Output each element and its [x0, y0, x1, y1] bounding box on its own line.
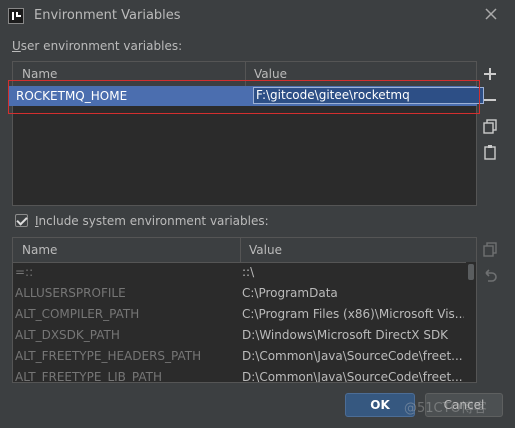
sys-var-name: =:: [15, 265, 34, 279]
column-header-value[interactable]: Value [249, 243, 282, 257]
user-var-value-input[interactable]: F:\gitcode\gitee\rocketmq [253, 87, 484, 104]
table-row[interactable]: ALT_FREETYPE_HEADERS_PATH D:\Common\Java… [13, 346, 465, 367]
column-header-name[interactable]: Name [22, 243, 57, 257]
window-title: Environment Variables [34, 8, 181, 23]
table-row[interactable]: ALT_DXSDK_PATH D:\Windows\Microsoft Dire… [13, 325, 465, 346]
column-header-name[interactable]: Name [22, 67, 57, 81]
user-env-table[interactable]: Name Value [12, 61, 477, 206]
watermark: @51CTO博客 [404, 401, 487, 416]
copy-icon[interactable] [482, 118, 498, 134]
paste-icon[interactable] [482, 144, 498, 160]
table-row[interactable]: ROCKETMQ_HOME F:\gitcode\gitee\rocketmq [8, 86, 484, 106]
sys-var-name: ALT_COMPILER_PATH [15, 307, 140, 321]
revert-icon [485, 269, 497, 282]
sys-var-value: D:\Windows\Microsoft DirectX SDK [242, 328, 449, 342]
user-var-name[interactable]: ROCKETMQ_HOME [16, 89, 127, 103]
include-system-label[interactable]: Include system environment variables: [35, 214, 269, 228]
sys-var-value: ::\ [242, 265, 255, 279]
remove-icon[interactable] [482, 92, 498, 108]
intellij-app-icon [8, 8, 24, 24]
sys-var-name: ALT_DXSDK_PATH [15, 328, 120, 342]
column-header-value[interactable]: Value [254, 67, 287, 81]
vertical-scrollbar[interactable] [466, 262, 476, 382]
user-table-header: Name Value [13, 62, 476, 87]
system-table-header: Name Value [13, 238, 476, 263]
table-row[interactable]: =:: ::\ [13, 262, 465, 283]
scrollbar-thumb[interactable] [468, 264, 474, 280]
table-row[interactable]: ALT_FREETYPE_LIB_PATH D:\Common\Java\Sou… [13, 367, 465, 382]
sys-var-value: D:\Common\Java\SourceCode\freet... [242, 370, 463, 382]
add-icon[interactable] [482, 66, 498, 82]
sys-var-value: C:\ProgramData [242, 286, 338, 300]
sys-var-name: ALT_FREETYPE_HEADERS_PATH [15, 349, 202, 363]
sys-var-name: ALT_FREETYPE_LIB_PATH [15, 370, 163, 382]
sys-var-value: D:\Common\Java\SourceCode\freet... [242, 349, 463, 363]
close-icon[interactable] [483, 6, 499, 22]
table-row[interactable]: ALT_COMPILER_PATH C:\Program Files (x86)… [13, 304, 465, 325]
copy-icon [483, 242, 497, 257]
sys-var-value: C:\Program Files (x86)\Microsoft Vis... [242, 307, 464, 321]
user-env-label: User environment variables: [12, 39, 183, 53]
table-row[interactable]: ALLUSERSPROFILE C:\ProgramData [13, 283, 465, 304]
include-system-checkbox[interactable] [15, 214, 28, 227]
title-bar: Environment Variables [0, 0, 515, 32]
sys-var-name: ALLUSERSPROFILE [15, 286, 126, 300]
